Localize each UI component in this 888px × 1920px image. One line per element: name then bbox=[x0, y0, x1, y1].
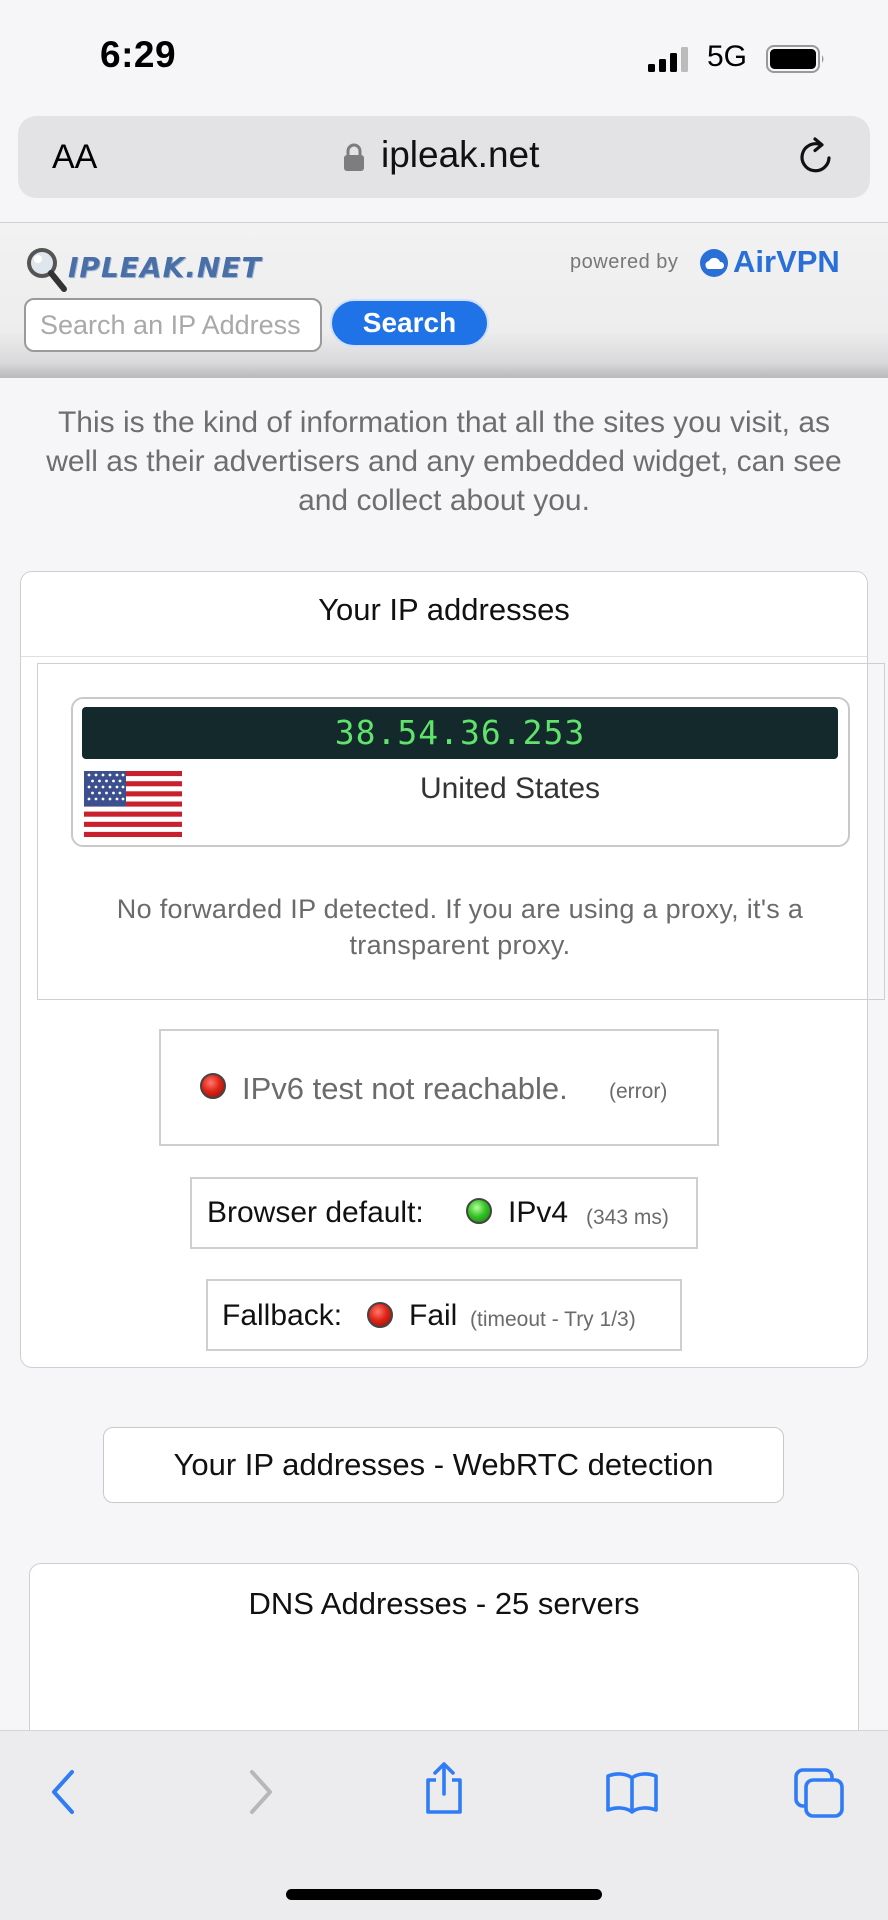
reload-icon[interactable] bbox=[795, 136, 837, 178]
dns-addresses-title: DNS Addresses - 25 servers bbox=[248, 1586, 640, 1621]
status-time: 6:29 bbox=[100, 34, 177, 75]
ipv6-status-text: IPv6 test not reachable. bbox=[242, 1071, 568, 1106]
search-button[interactable]: Search bbox=[330, 299, 489, 347]
country-name: United States bbox=[419, 772, 601, 805]
logo-text: IPLEAK.NET bbox=[68, 251, 262, 284]
url-text[interactable]: ipleak.net bbox=[381, 134, 539, 176]
cellular-signal-icon bbox=[648, 47, 688, 72]
browser-default-value: IPv4 bbox=[508, 1196, 569, 1229]
browser-default-latency: (343 ms) bbox=[586, 1206, 669, 1229]
forwarded-ip-note: No forwarded IP detected. If you are usi… bbox=[116, 894, 804, 960]
magnifier-icon bbox=[27, 248, 67, 292]
bookmarks-icon[interactable] bbox=[604, 1764, 660, 1820]
fallback-label: Fallback: bbox=[222, 1299, 343, 1332]
network-type: 5G bbox=[707, 40, 748, 73]
chevron-back-icon[interactable] bbox=[38, 1764, 94, 1820]
airvpn-brand[interactable]: AirVPN bbox=[733, 244, 840, 280]
us-flag-icon bbox=[84, 771, 182, 837]
browser-default-label: Browser default: bbox=[207, 1196, 424, 1229]
ip-search-input[interactable] bbox=[24, 298, 322, 352]
fallback-note: (timeout - Try 1/3) bbox=[470, 1308, 636, 1331]
webrtc-detection-button[interactable]: Your IP addresses - WebRTC detection bbox=[103, 1427, 784, 1503]
red-status-dot-icon bbox=[200, 1073, 226, 1099]
battery-icon bbox=[766, 45, 824, 73]
green-status-dot-icon bbox=[466, 1198, 492, 1224]
lock-icon bbox=[344, 143, 364, 171]
ip-address-display[interactable]: 38.54.36.253 bbox=[82, 707, 838, 759]
ipleak-logo[interactable]: IPLEAK.NET bbox=[24, 245, 274, 295]
home-indicator bbox=[286, 1889, 602, 1900]
red-status-dot-icon bbox=[367, 1302, 393, 1328]
fallback-value: Fail bbox=[409, 1299, 458, 1332]
intro-text: This is the kind of information that all… bbox=[46, 406, 842, 517]
ipv6-status-note: (error) bbox=[609, 1080, 668, 1103]
powered-by-label: powered by bbox=[570, 251, 679, 273]
divider bbox=[21, 656, 867, 657]
airvpn-logo-icon[interactable] bbox=[699, 248, 729, 278]
ip-addresses-title: Your IP addresses bbox=[318, 592, 570, 627]
share-icon[interactable] bbox=[416, 1760, 472, 1816]
chevron-forward-icon[interactable] bbox=[230, 1764, 286, 1820]
text-size-button[interactable]: AA bbox=[52, 138, 97, 177]
tabs-icon[interactable] bbox=[792, 1764, 848, 1820]
